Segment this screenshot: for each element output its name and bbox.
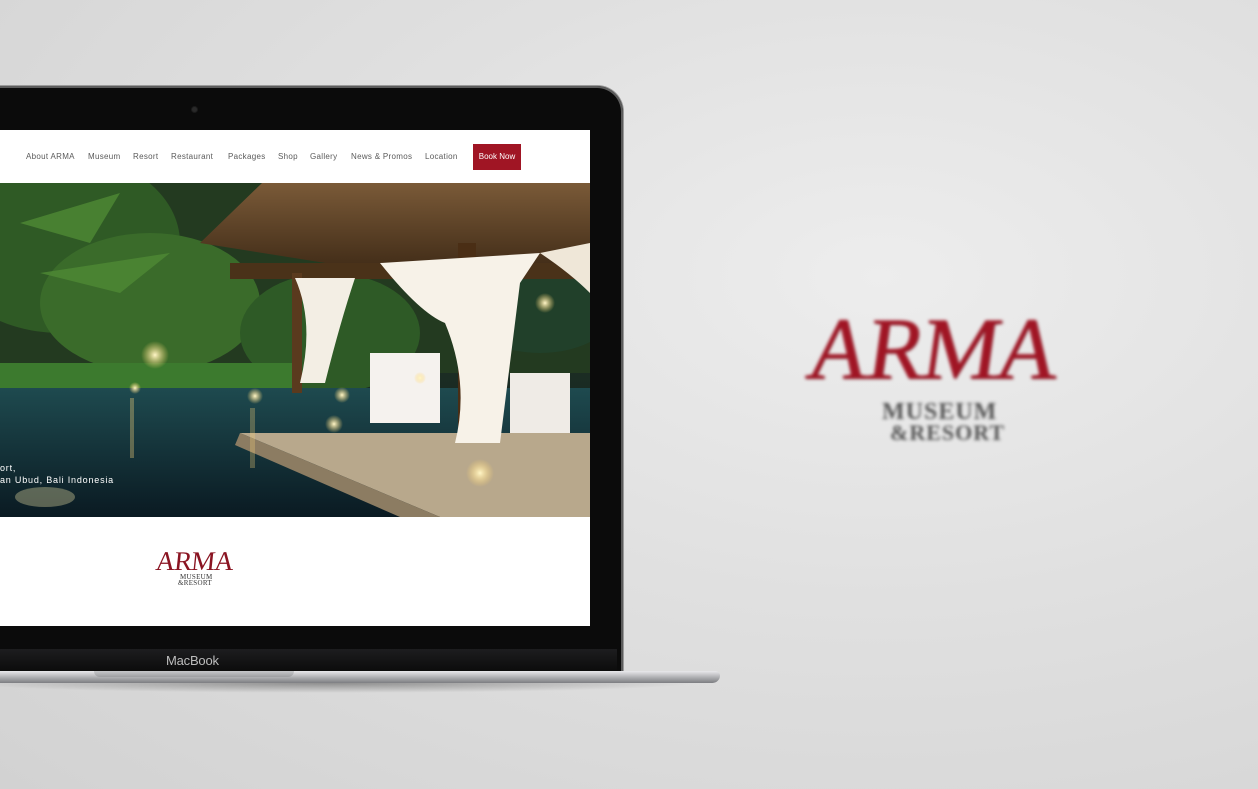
footer-logo-line2: &RESORT bbox=[178, 579, 212, 587]
big-logo-title: ARMA bbox=[801, 301, 1063, 398]
camera-icon bbox=[192, 107, 197, 112]
mockup-stage: About ARMA Museum Resort Restaurant Pack… bbox=[0, 0, 1258, 789]
laptop-shadow bbox=[0, 683, 700, 693]
laptop-screen: About ARMA Museum Resort Restaurant Pack… bbox=[0, 130, 590, 626]
arma-logo-large: ARMA MUSEUM &RESORT bbox=[801, 301, 1063, 445]
nav-item-resort[interactable]: Resort bbox=[133, 152, 158, 161]
hero-caption-line1: ort, bbox=[0, 463, 17, 473]
footer-logo-title: ARMA bbox=[154, 546, 235, 576]
nav-item-restaurant[interactable]: Restaurant bbox=[171, 152, 213, 161]
laptop-base-groove bbox=[94, 671, 294, 677]
hero-caption-line2: an Ubud, Bali Indonesia bbox=[0, 475, 114, 485]
nav-item-packages[interactable]: Packages bbox=[228, 152, 266, 161]
nav-item-shop[interactable]: Shop bbox=[278, 152, 298, 161]
laptop-brand-label: MacBook bbox=[166, 653, 219, 668]
laptop-chin bbox=[0, 649, 617, 671]
big-logo-line2: &RESORT bbox=[890, 420, 1006, 445]
nav-item-gallery[interactable]: Gallery bbox=[310, 152, 337, 161]
book-now-button[interactable]: Book Now bbox=[473, 144, 521, 170]
footer-logo[interactable]: ARMA MUSEUM &RESORT bbox=[154, 546, 235, 587]
site-footer: ARMA MUSEUM &RESORT bbox=[0, 517, 590, 626]
hero-photo-gazebo bbox=[0, 183, 590, 517]
nav-item-museum[interactable]: Museum bbox=[88, 152, 120, 161]
nav-item-location[interactable]: Location bbox=[425, 152, 458, 161]
hero-image: ort, an Ubud, Bali Indonesia bbox=[0, 183, 590, 517]
nav-item-news-promos[interactable]: News & Promos bbox=[351, 152, 412, 161]
site-nav: About ARMA Museum Resort Restaurant Pack… bbox=[0, 130, 590, 183]
nav-item-about[interactable]: About ARMA bbox=[26, 152, 75, 161]
